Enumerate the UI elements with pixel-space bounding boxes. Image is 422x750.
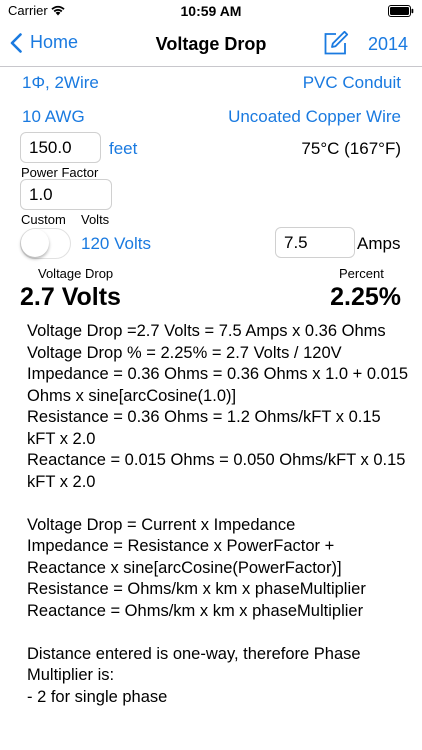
power-factor-label: Power Factor — [21, 165, 99, 180]
voltage-drop-label: Voltage Drop — [38, 266, 114, 281]
distance-unit-selector[interactable]: feet — [109, 139, 137, 159]
distance-input[interactable] — [20, 132, 101, 163]
detail-line: Impedance = 0.36 Ohms = 0.36 Ohms x 1.0 … — [27, 365, 409, 405]
custom-voltage-toggle[interactable] — [20, 228, 71, 259]
detail-line: Impedance = Resistance x PowerFactor + R… — [27, 537, 342, 577]
power-factor-input[interactable] — [20, 179, 112, 210]
navigation-bar: Home Voltage Drop 2014 — [0, 22, 422, 67]
detail-line: Reactance = Ohms/km x km x phaseMultipli… — [27, 601, 364, 620]
voltage-selector[interactable]: 120 Volts — [81, 234, 151, 254]
status-time: 10:59 AM — [180, 3, 242, 19]
status-bar: Carrier 10:59 AM — [0, 0, 422, 22]
detail-spacer — [27, 622, 412, 644]
detail-line: Resistance = Ohms/km x km x phaseMultipl… — [27, 580, 366, 598]
phase-selector[interactable]: 1Φ, 2Wire — [22, 73, 99, 93]
detail-line: Reactance = 0.015 Ohms = 0.050 Ohms/kFT … — [27, 451, 406, 491]
detail-line: Distance entered is one-way, therefore P… — [27, 644, 361, 685]
percent-value: 2.25% — [330, 283, 401, 311]
toggle-knob — [21, 229, 49, 257]
page-title: Voltage Drop — [155, 34, 267, 54]
temperature-selector[interactable]: 75°C (167°F) — [301, 139, 401, 159]
conduit-selector[interactable]: PVC Conduit — [303, 73, 401, 93]
wire-type-selector[interactable]: Uncoated Copper Wire — [228, 107, 401, 127]
detail-spacer — [27, 493, 412, 515]
percent-label: Percent — [339, 266, 384, 281]
detail-line: Voltage Drop =2.7 Volts = 7.5 Amps x 0.3… — [27, 322, 386, 340]
wire-size-selector[interactable]: 10 AWG — [22, 107, 85, 127]
code-year-button[interactable]: 2014 — [368, 34, 408, 55]
voltage-drop-value: 2.7 Volts — [20, 283, 121, 311]
custom-label: Custom — [21, 212, 66, 227]
compose-icon[interactable] — [323, 30, 349, 56]
battery-icon — [388, 5, 414, 17]
volts-label: Volts — [81, 212, 110, 227]
detail-line: Resistance = 0.36 Ohms = 1.2 Ohms/kFT x … — [27, 408, 381, 448]
detail-line: Voltage Drop % = 2.25% = 2.7 Volts / 120… — [27, 343, 342, 362]
calculation-details: Voltage Drop =2.7 Volts = 7.5 Amps x 0.3… — [27, 321, 412, 708]
amps-input[interactable] — [275, 227, 355, 258]
amps-unit-label: Amps — [357, 234, 401, 253]
detail-line: Voltage Drop = Current x Impedance — [27, 515, 296, 534]
detail-line: - 2 for single phase — [27, 687, 168, 706]
